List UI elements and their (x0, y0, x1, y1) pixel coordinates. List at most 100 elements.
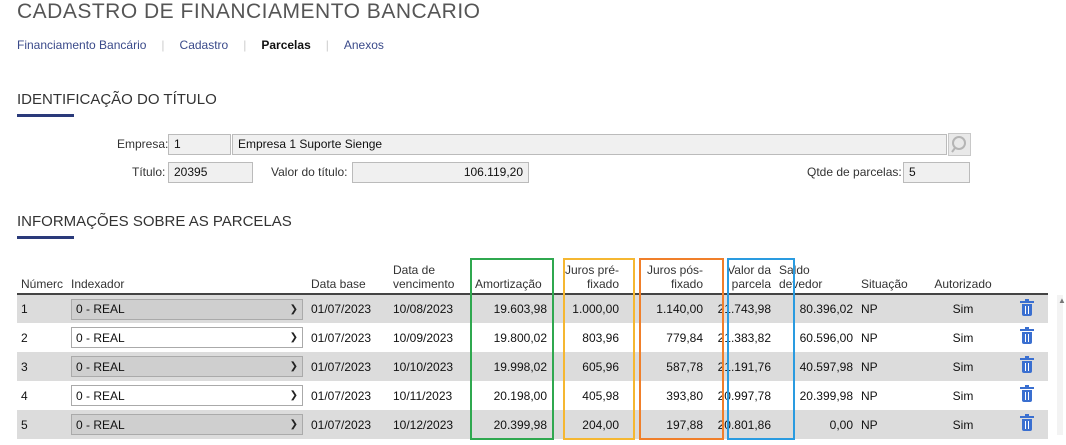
cell-amortizacao[interactable]: 19.603,98 (471, 294, 551, 323)
trash-icon[interactable] (1019, 414, 1034, 431)
indexador-value: 0 - REAL (76, 330, 125, 345)
section-title-parcelas: INFORMAÇÕES SOBRE AS PARCELAS (17, 213, 292, 230)
indexador-select[interactable]: 0 - REAL ❯ (71, 385, 303, 406)
cell-numero: 5 (17, 410, 67, 439)
tab-cadastro[interactable]: Cadastro (180, 38, 229, 52)
valor-titulo-field[interactable]: 106.119,20 (352, 162, 529, 183)
cell-saldo-devedor: 0,00 (775, 410, 857, 439)
chevron-down-icon: ❯ (289, 303, 298, 315)
col-header-juros-pre[interactable]: Juros pré-fixado (551, 258, 623, 294)
parcelas-table: Númerc Indexador Data base Data de venci… (17, 258, 1048, 439)
cell-juros-pre[interactable]: 405,98 (551, 381, 623, 410)
cell-amortizacao[interactable]: 19.800,02 (471, 323, 551, 352)
cell-valor-parcela: 21.191,76 (707, 352, 775, 381)
grid-scrollbar[interactable] (1057, 295, 1063, 435)
cell-amortizacao[interactable]: 20.198,00 (471, 381, 551, 410)
indexador-select[interactable]: 0 - REAL ❯ (71, 414, 303, 435)
col-header-actions (1005, 258, 1048, 294)
trash-icon[interactable] (1019, 385, 1034, 402)
tab-bar: Financiamento Bancário | Cadastro | Parc… (17, 38, 384, 52)
table-row[interactable]: 5 0 - REAL ❯ 01/07/2023 10/12/2023 20.399… (17, 410, 1048, 439)
col-header-amortizacao[interactable]: Amortização (471, 258, 551, 294)
cell-autorizado: Sim (921, 381, 1005, 410)
indexador-select[interactable]: 0 - REAL ❯ (71, 356, 303, 377)
cell-juros-pre[interactable]: 803,96 (551, 323, 623, 352)
cell-data-vencimento: 10/09/2023 (389, 323, 471, 352)
col-header-numero[interactable]: Númerc (17, 258, 67, 294)
cell-indexador: 0 - REAL ❯ (67, 352, 307, 381)
indexador-value: 0 - REAL (76, 388, 125, 403)
cell-juros-pos[interactable]: 779,84 (623, 323, 707, 352)
tab-anexos[interactable]: Anexos (344, 38, 384, 52)
col-header-data-vencimento[interactable]: Data de vencimento (389, 258, 471, 294)
cell-juros-pre[interactable]: 605,96 (551, 352, 623, 381)
cell-indexador: 0 - REAL ❯ (67, 323, 307, 352)
table-row[interactable]: 4 0 - REAL ❯ 01/07/2023 10/11/2023 20.198… (17, 381, 1048, 410)
tab-financiamento-bancario[interactable]: Financiamento Bancário (17, 38, 146, 52)
col-header-indexador[interactable]: Indexador (67, 258, 307, 294)
cell-juros-pos[interactable]: 587,78 (623, 352, 707, 381)
cell-situacao: NP (857, 410, 921, 439)
cell-autorizado: Sim (921, 323, 1005, 352)
cell-valor-parcela: 21.743,98 (707, 294, 775, 323)
chevron-down-icon: ❯ (289, 419, 298, 430)
trash-icon[interactable] (1019, 298, 1034, 316)
cell-actions (1005, 410, 1048, 439)
indexador-value: 0 - REAL (76, 359, 125, 374)
cell-situacao: NP (857, 323, 921, 352)
cell-juros-pos[interactable]: 197,88 (623, 410, 707, 439)
cell-autorizado: Sim (921, 352, 1005, 381)
cell-actions (1005, 352, 1048, 381)
cell-amortizacao[interactable]: 20.399,98 (471, 410, 551, 439)
scroll-up-icon[interactable]: ▲ (1058, 296, 1066, 305)
cell-valor-parcela: 21.383,82 (707, 323, 775, 352)
col-header-situacao[interactable]: Situação (857, 258, 921, 294)
table-row[interactable]: 1 0 - REAL ❯ 01/07/2023 10/08/2023 19.603… (17, 294, 1048, 323)
tab-separator: | (243, 38, 247, 52)
cell-data-base: 01/07/2023 (307, 381, 389, 410)
titulo-field[interactable]: 20395 (168, 162, 253, 183)
cell-autorizado: Sim (921, 294, 1005, 323)
indexador-select[interactable]: 0 - REAL ❯ (71, 298, 303, 320)
trash-icon[interactable] (1019, 356, 1034, 373)
col-header-juros-pos[interactable]: Juros pós-fixado (623, 258, 707, 294)
cell-indexador: 0 - REAL ❯ (67, 294, 307, 323)
titulo-label: Título: (132, 165, 166, 179)
tab-parcelas[interactable]: Parcelas (261, 38, 310, 52)
col-header-saldo-devedor[interactable]: Saldo devedor (775, 258, 857, 294)
cell-valor-parcela: 20.801,86 (707, 410, 775, 439)
cell-situacao: NP (857, 381, 921, 410)
qtde-parcelas-label: Qtde de parcelas: (807, 165, 902, 179)
empresa-lookup-button[interactable] (948, 133, 971, 156)
chevron-down-icon: ❯ (289, 332, 298, 343)
cell-situacao: NP (857, 294, 921, 323)
indexador-value: 0 - REAL (76, 417, 125, 432)
indexador-select[interactable]: 0 - REAL ❯ (71, 327, 303, 348)
col-header-autorizado[interactable]: Autorizado (921, 258, 1005, 294)
cell-juros-pos[interactable]: 1.140,00 (623, 294, 707, 323)
cell-juros-pos[interactable]: 393,80 (623, 381, 707, 410)
cell-data-vencimento: 10/11/2023 (389, 381, 471, 410)
table-row[interactable]: 3 0 - REAL ❯ 01/07/2023 10/10/2023 19.998… (17, 352, 1048, 381)
col-header-data-base[interactable]: Data base (307, 258, 389, 294)
table-header-row: Númerc Indexador Data base Data de venci… (17, 258, 1048, 294)
parcelas-grid: Númerc Indexador Data base Data de venci… (17, 258, 1057, 439)
cell-juros-pre[interactable]: 1.000,00 (551, 294, 623, 323)
cell-valor-parcela: 20.997,78 (707, 381, 775, 410)
chevron-down-icon: ❯ (289, 390, 298, 401)
empresa-name-field[interactable]: Empresa 1 Suporte Sienge (232, 134, 947, 155)
cell-data-base: 01/07/2023 (307, 323, 389, 352)
col-header-valor-parcela[interactable]: Valor da parcela (707, 258, 775, 294)
cell-data-base: 01/07/2023 (307, 352, 389, 381)
table-row[interactable]: 2 0 - REAL ❯ 01/07/2023 10/09/2023 19.800… (17, 323, 1048, 352)
cell-actions (1005, 381, 1048, 410)
qtde-parcelas-field[interactable]: 5 (903, 162, 970, 183)
trash-icon[interactable] (1019, 327, 1034, 344)
cell-numero: 4 (17, 381, 67, 410)
cell-saldo-devedor: 40.597,98 (775, 352, 857, 381)
cell-juros-pre[interactable]: 204,00 (551, 410, 623, 439)
cell-amortizacao[interactable]: 19.998,02 (471, 352, 551, 381)
empresa-label: Empresa: (117, 137, 169, 151)
empresa-code-field[interactable]: 1 (168, 134, 231, 155)
page-title: CADASTRO DE FINANCIAMENTO BANCARIO (17, 0, 481, 23)
